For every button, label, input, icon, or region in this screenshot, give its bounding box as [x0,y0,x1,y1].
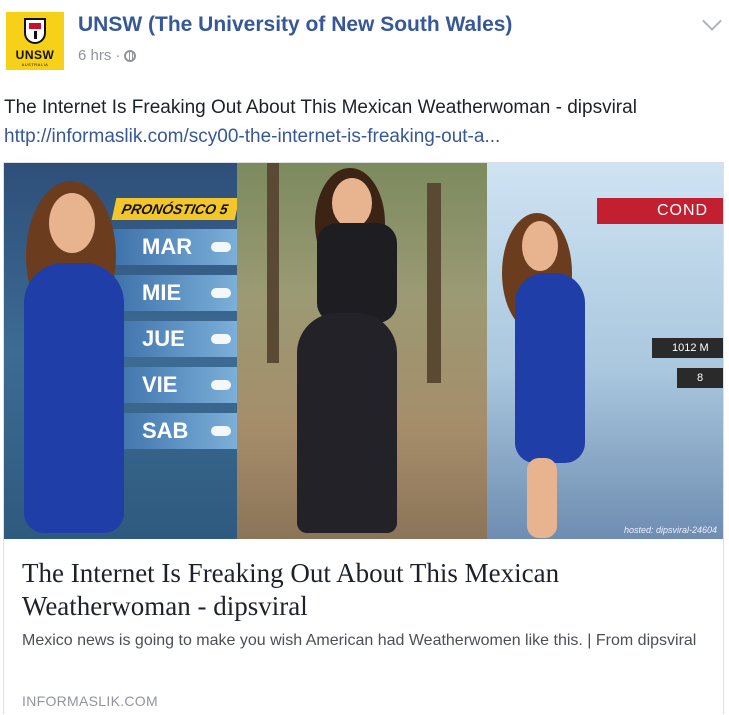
forecast-day: SAB [108,413,237,449]
cloud-icon [211,242,231,252]
presenter-face [522,221,558,271]
logo-subtext: AUSTRALIA [21,62,49,67]
image-watermark: hosted: dipsviral-24604 [623,525,717,535]
link-preview-body[interactable]: The Internet Is Freaking Out About This … [4,539,723,715]
forecast-title: PRONÓSTICO 5 [111,198,237,220]
post-message: The Internet Is Freaking Out About This … [4,93,719,151]
logo-text: UNSW [15,48,55,62]
crest-icon [24,18,46,44]
image-panel-outdoor [237,163,487,539]
forecast-day: VIE [108,367,237,403]
model-face [332,178,372,228]
link-preview-card[interactable]: PRONÓSTICO 5 MAR MIE JUE VIE SAB COND 10… [3,162,724,715]
cloud-icon [211,288,231,298]
link-preview-image[interactable]: PRONÓSTICO 5 MAR MIE JUE VIE SAB COND 10… [4,163,723,539]
page-name-link[interactable]: UNSW (The University of New South Wales) [78,13,512,37]
post-meta: 6 hrs · [78,47,137,64]
cloud-icon [211,380,231,390]
cloud-icon [211,426,231,436]
model-top [317,223,397,323]
presenter-legs [527,458,557,538]
image-panel-forecast: PRONÓSTICO 5 MAR MIE JUE VIE SAB [4,163,237,539]
pressure-label: 8 [677,368,723,388]
presenter-dress [24,263,124,533]
page-avatar[interactable]: UNSW AUSTRALIA [6,12,64,70]
globe-icon[interactable] [124,49,137,62]
image-panel-map: COND 1012 M 8 hosted: dipsviral-24604 [487,163,723,539]
forecast-day: MAR [108,229,237,265]
pressure-label: 1012 M [652,338,723,358]
link-preview-title[interactable]: The Internet Is Freaking Out About This … [22,557,712,623]
cloud-icon [211,334,231,344]
meta-separator: · [115,47,121,64]
post-timestamp[interactable]: 6 hrs [78,47,111,64]
conditions-bar: COND [597,198,723,224]
post-link[interactable]: http://informaslik.com/scy00-the-interne… [4,126,500,147]
tree-trunk [427,183,441,383]
link-preview-description: Mexico news is going to make you wish Am… [22,632,697,649]
chevron-down-icon[interactable] [702,11,722,31]
presenter-face [49,193,95,253]
forecast-day: MIE [108,275,237,311]
forecast-day: JUE [108,321,237,357]
tree-trunk [267,163,279,363]
post-text: The Internet Is Freaking Out About This … [4,97,637,118]
link-preview-domain: INFORMASLIK.COM [22,693,158,709]
model-leggings [297,313,397,533]
presenter-dress [515,273,585,463]
